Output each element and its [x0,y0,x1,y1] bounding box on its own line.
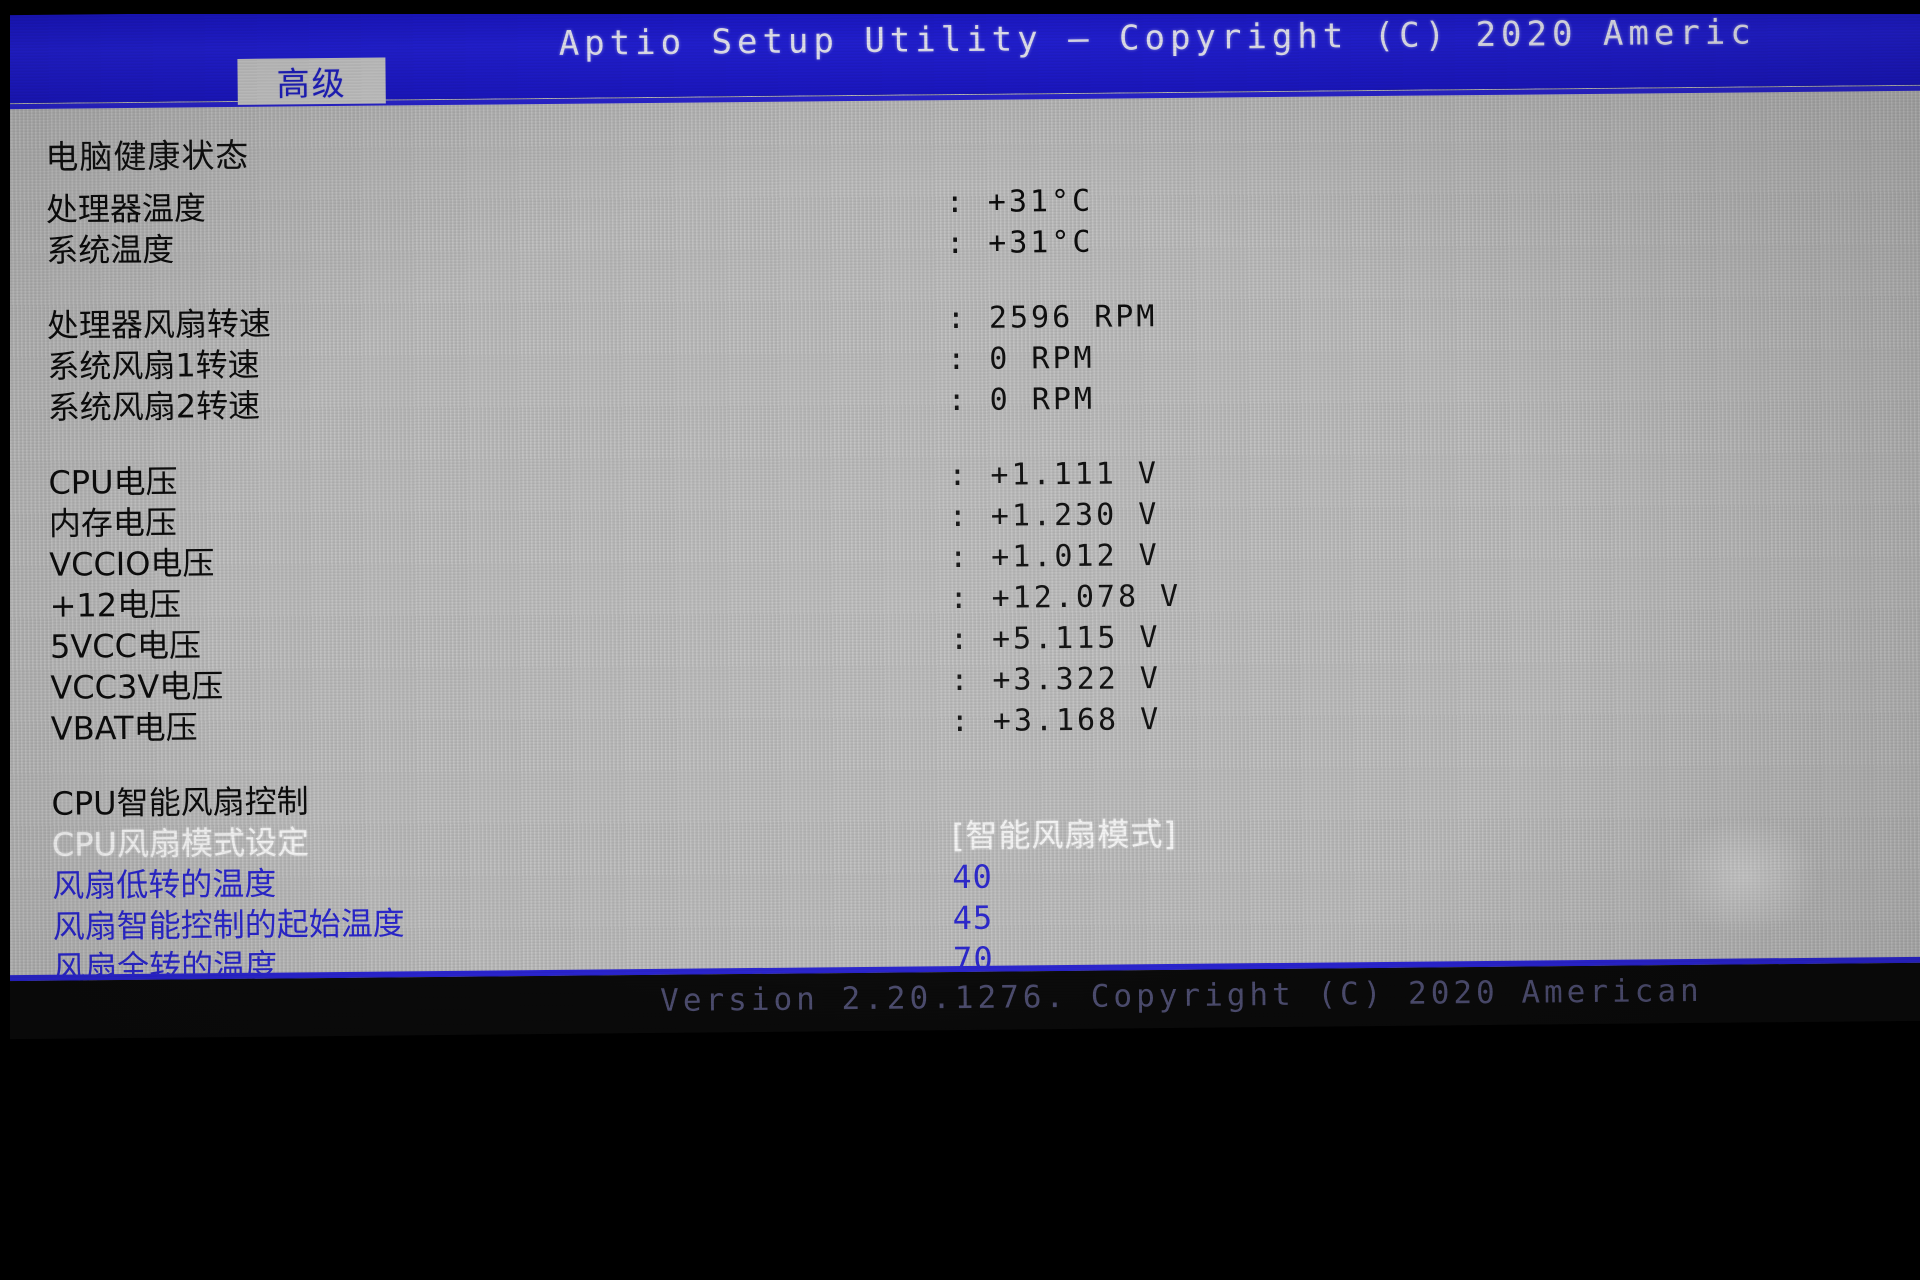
bezel-left [0,0,10,1280]
monitor-photo: Aptio Setup Utility – Copyright (C) 2020… [0,0,1920,1280]
bios-screen: Aptio Setup Utility – Copyright (C) 2020… [0,0,1920,1280]
separator-colon: : [946,300,966,337]
cpu-fan-speed-value: 2596 RPM [988,299,1158,336]
separator-colon: : [948,457,967,494]
separator-colon: : [950,662,969,699]
vbat-voltage-value: +3.168 V [992,702,1162,739]
separator-colon: : [949,580,968,617]
separator-colon: : [947,382,966,419]
separator-colon: : [947,341,966,378]
separator-colon: : [949,621,969,658]
fan-smart-start-temp-value[interactable]: 45 [952,899,993,937]
system-temperature-label: 系统温度 [46,230,175,270]
memory-voltage-value: +1.230 V [990,497,1160,534]
system-temperature-value: +31°C [988,224,1094,261]
bezel-top [0,0,1920,14]
tab-advanced[interactable]: 高级 [237,57,386,105]
bezel-bottom [0,1262,1920,1280]
tab-advanced-label: 高级 [276,63,347,104]
vcc5-voltage-value: +5.115 V [991,620,1161,657]
vccio-voltage-value: +1.012 V [991,538,1160,575]
cpu-temperature-value: +31°C [987,183,1094,220]
system-fan1-speed-value: 0 RPM [989,340,1095,377]
separator-colon: : [945,184,965,221]
vcc3v-voltage-value: +3.322 V [992,661,1162,698]
separator-colon: : [946,225,965,262]
health-status-list: 电脑健康状态 处理器温度 : +31°C 系统温度 : +31°C 处理器风扇转… [23,99,1892,982]
plus12-voltage-value: +12.078 V [991,578,1182,616]
cpu-fan-mode-value[interactable]: [智能风扇模式] [952,809,1177,857]
separator-colon: : [949,539,968,576]
vbat-voltage-label: VBAT电压 [50,708,198,748]
fan-low-temp-value[interactable]: 40 [952,858,993,896]
bios-content-panel: 电脑健康状态 处理器温度 : +31°C 系统温度 : +31°C 处理器风扇转… [0,84,1920,982]
separator-colon: : [950,703,970,740]
system-fan2-speed-value: 0 RPM [989,381,1096,418]
version-text: Version 2.20.1276. Copyright (C) 2020 Am… [660,972,1703,1019]
cpu-voltage-value: +1.111 V [990,456,1160,493]
separator-colon: : [948,498,968,535]
system-fan2-speed-label: 系统风扇2转速 [47,386,261,427]
